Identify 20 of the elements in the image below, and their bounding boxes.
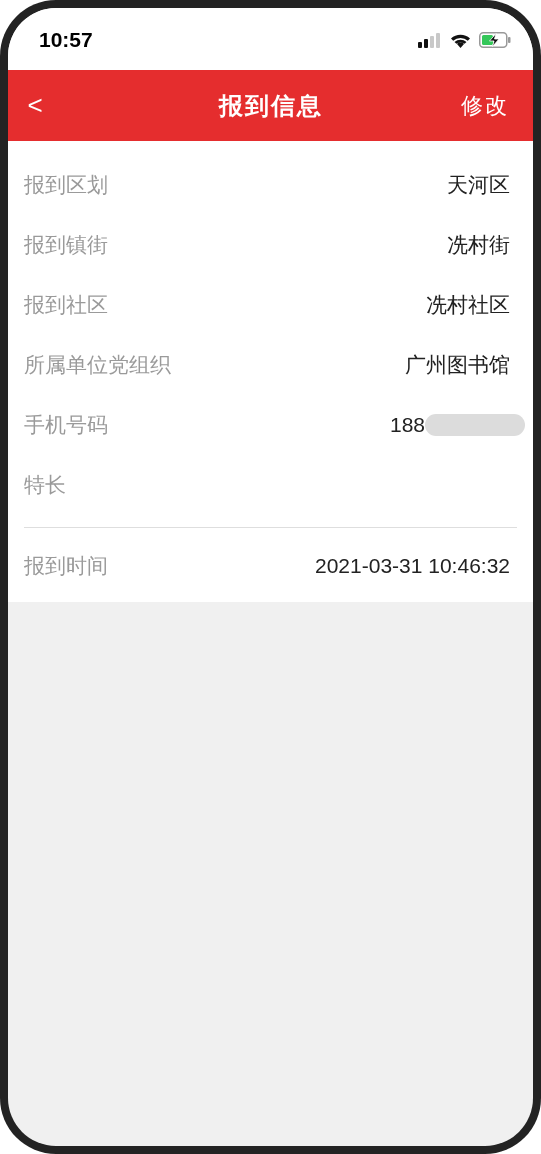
field-value: 2021-03-31 10:46:32 — [315, 553, 510, 580]
field-value: 冼村街 — [447, 232, 510, 259]
field-label: 报到时间 — [24, 553, 108, 580]
page-title: 报到信息 — [218, 90, 323, 121]
status-time: 10:57 — [39, 27, 93, 54]
edit-button[interactable]: 修改 — [461, 89, 509, 122]
field-label: 手机号码 — [24, 412, 108, 439]
back-button[interactable]: < — [22, 86, 48, 125]
field-label: 报到区划 — [24, 172, 108, 199]
field-value: 冼村社区 — [426, 292, 510, 319]
field-label: 报到镇街 — [24, 232, 108, 259]
wifi-icon — [450, 32, 471, 48]
field-label: 特长 — [24, 472, 66, 499]
field-label: 报到社区 — [24, 292, 108, 319]
signal-icon — [418, 32, 442, 48]
field-label: 所属单位党组织 — [24, 352, 171, 379]
field-value: 广州图书馆 — [405, 352, 510, 379]
field-value: 天河区 — [447, 172, 510, 199]
battery-charging-icon — [479, 32, 511, 48]
field-value: 188 — [389, 412, 425, 439]
